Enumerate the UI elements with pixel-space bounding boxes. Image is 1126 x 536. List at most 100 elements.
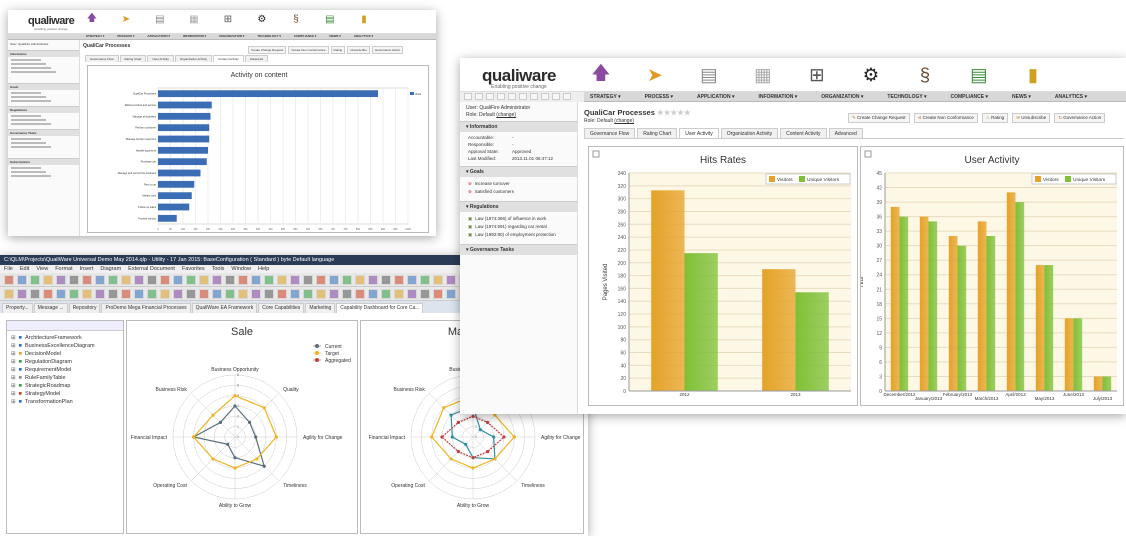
toolbar-button[interactable]: [225, 275, 235, 285]
toolbar-button[interactable]: [446, 275, 456, 285]
tree-item[interactable]: ⊞ ■ RuleFamilyTable: [11, 374, 119, 382]
w1-section-header[interactable]: Subscriptions: [8, 158, 79, 165]
tree-item[interactable]: ⊞ ■ RegulationDiagram: [11, 358, 119, 366]
tree-item[interactable]: ⊞ ■ BusinessExcellenceDiagram: [11, 342, 119, 350]
technology-module-icon[interactable]: ⚙: [860, 64, 882, 86]
w1-menu-item[interactable]: ORGANIZATION ▾: [219, 34, 244, 39]
toolbar-button[interactable]: [30, 275, 40, 285]
w1-menu-item[interactable]: COMPLIANCE ▾: [294, 34, 317, 39]
toolbar-button[interactable]: [420, 289, 430, 299]
w1-menu-item[interactable]: STRATEGY ▾: [86, 34, 104, 39]
toolbar-button[interactable]: [95, 289, 105, 299]
menu-organization[interactable]: ORGANIZATION ▾: [821, 94, 863, 100]
w3-menu-tools[interactable]: Tools: [212, 266, 225, 272]
process-module-icon[interactable]: ➤: [120, 13, 132, 25]
toolbar-button[interactable]: [108, 275, 118, 285]
chart-checkbox[interactable]: [592, 150, 600, 158]
change-role-link[interactable]: (change): [496, 112, 516, 118]
application-module-icon[interactable]: ▤: [698, 64, 720, 86]
w3-menu-insert[interactable]: Insert: [80, 266, 94, 272]
toolbar-button[interactable]: [56, 275, 66, 285]
toolbar-button[interactable]: [446, 289, 456, 299]
toolbar-button[interactable]: [264, 289, 274, 299]
w1-action-button[interactable]: Governance Action: [371, 46, 404, 54]
menu-strategy[interactable]: STRATEGY ▾: [590, 94, 621, 100]
expand-icon[interactable]: ⊞: [11, 374, 16, 382]
w3-tab[interactable]: ProDemo Mega Financial Processes: [101, 303, 191, 313]
toolbar-button[interactable]: [316, 289, 326, 299]
toolbar-button[interactable]: [329, 289, 339, 299]
w1-action-button[interactable]: Create Change Request: [248, 46, 287, 54]
toolbar-button[interactable]: [56, 289, 66, 299]
w3-tab[interactable]: Marketing: [305, 303, 336, 313]
w3-menu-window[interactable]: Window: [231, 266, 251, 272]
w1-section-header[interactable]: Information: [8, 50, 79, 57]
w3-menu-file[interactable]: File: [4, 266, 13, 272]
toolbar-button[interactable]: [303, 289, 313, 299]
w3-menu-favorites[interactable]: Favorites: [182, 266, 205, 272]
chart-checkbox[interactable]: [864, 150, 872, 158]
toolbar-button[interactable]: [368, 289, 378, 299]
w1-action-button[interactable]: Create Non Conformance: [288, 46, 329, 54]
action-rating-button[interactable]: ☆ Rating: [981, 113, 1009, 123]
w3-menu-format[interactable]: Format: [55, 266, 72, 272]
toolbar-button[interactable]: [238, 275, 248, 285]
toolbar-button[interactable]: [17, 289, 27, 299]
expand-icon[interactable]: ⊞: [11, 398, 16, 406]
governance-section-header[interactable]: ▾ Governance Tasks: [460, 244, 577, 255]
toolbar-button[interactable]: [381, 289, 391, 299]
toolbar-button[interactable]: [368, 275, 378, 285]
menu-information[interactable]: INFORMATION ▾: [758, 94, 797, 100]
tree-item[interactable]: ⊞ ■ StrategyModel: [11, 390, 119, 398]
toolbar-button[interactable]: [225, 289, 235, 299]
toolbar-button[interactable]: [69, 289, 79, 299]
w3-tab[interactable]: QualiWare EA Framework: [191, 303, 258, 313]
toolbar-button[interactable]: [381, 275, 391, 285]
w3-tab[interactable]: Capability Dashboard for Core Ca...: [336, 303, 424, 313]
toolbar-button[interactable]: [277, 289, 287, 299]
application-module-icon[interactable]: ▤: [154, 13, 166, 25]
menu-process[interactable]: PROCESS ▾: [645, 94, 673, 100]
action-create-non-conformance-button[interactable]: ⊲ Create Non Conformance: [913, 113, 978, 123]
w3-tab[interactable]: Repository: [68, 303, 101, 313]
w3-tab[interactable]: Message ...: [33, 303, 68, 313]
w1-tab[interactable]: Content Activity: [213, 55, 244, 62]
back-nav-button[interactable]: [464, 93, 472, 100]
w3-menu-view[interactable]: View: [36, 266, 48, 272]
toolbar-button[interactable]: [160, 275, 170, 285]
toolbar-button[interactable]: [316, 275, 326, 285]
action-unsubscribe-button[interactable]: ✉ Unsubscribe: [1012, 113, 1051, 123]
goals-section-header[interactable]: ▾ Goals: [460, 166, 577, 177]
print-nav-button[interactable]: [497, 93, 505, 100]
regulation-item[interactable]: ▣ Law (1974:591) regarding car rental: [468, 223, 569, 231]
w1-section-header[interactable]: Regulations: [8, 106, 79, 113]
tree-item[interactable]: ⊞ ■ TransformationPlan: [11, 398, 119, 406]
w3-menu-diagram[interactable]: Diagram: [100, 266, 121, 272]
toolbar-button[interactable]: [108, 289, 118, 299]
w3-tab[interactable]: Core Capabilities: [258, 303, 305, 313]
toolbar-button[interactable]: [186, 289, 196, 299]
w1-action-button[interactable]: Rating: [330, 46, 346, 54]
technology-module-icon[interactable]: ⚙: [256, 13, 268, 25]
tree-item[interactable]: ⊞ ■ ArchitectureFramework: [11, 334, 119, 342]
toolbar-button[interactable]: [173, 275, 183, 285]
action-create-change-request-button[interactable]: ✎ Create Change Request: [848, 113, 910, 123]
news-module-icon[interactable]: ▤: [324, 13, 336, 25]
change-role-link-main[interactable]: (change): [614, 118, 634, 124]
toolbar-button[interactable]: [251, 289, 261, 299]
toolbar-button[interactable]: [290, 289, 300, 299]
w1-menu-item[interactable]: NEWS ▾: [329, 34, 340, 39]
toolbar-button[interactable]: [394, 275, 404, 285]
strategy-module-icon[interactable]: 🡅: [86, 13, 98, 25]
toolbar-button[interactable]: [407, 289, 417, 299]
toolbar-button[interactable]: [277, 275, 287, 285]
collapse-nav-button[interactable]: [519, 93, 527, 100]
toolbar-button[interactable]: [342, 275, 352, 285]
toolbar-button[interactable]: [433, 275, 443, 285]
toolbar-button[interactable]: [433, 289, 443, 299]
toolbar-button[interactable]: [30, 289, 40, 299]
compliance-module-icon[interactable]: §: [914, 64, 936, 86]
toolbar-button[interactable]: [17, 275, 27, 285]
tree-item[interactable]: ⊞ ■ StrategicRoadmap: [11, 382, 119, 390]
expand-icon[interactable]: ⊞: [11, 382, 16, 390]
